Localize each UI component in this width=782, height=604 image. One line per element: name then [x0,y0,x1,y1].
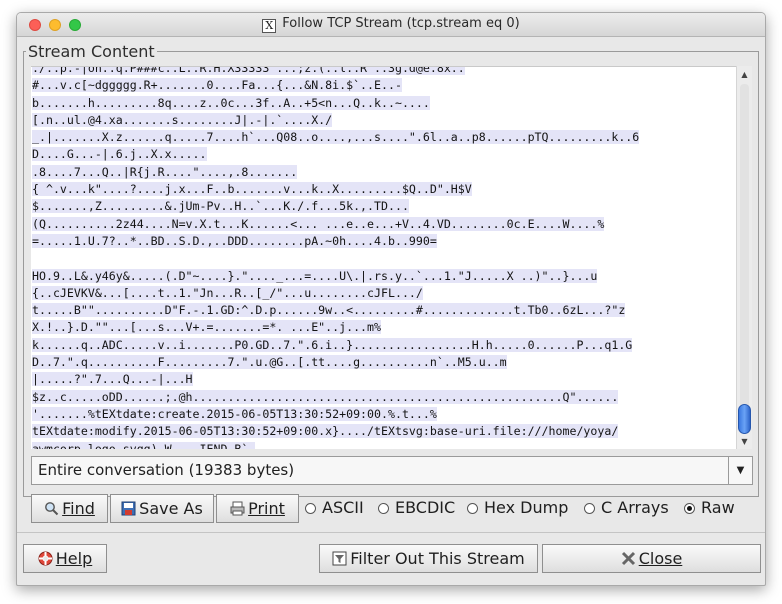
stream-line-text: '.......%tEXtdate:create.2015-06-05T13:3… [32,406,437,421]
stream-line: HO.9..L&.y46y&.....(.D"~....}."...._...=… [31,268,736,285]
follow-tcp-stream-window: X Follow TCP Stream (tcp.stream eq 0) Str… [16,12,766,586]
stream-line: tEXtdate:modify.2015-06-05T13:30:52+09:0… [31,423,736,440]
stream-line-text: b.......h.........8q....z..0c...3f..A..+… [32,95,430,110]
stream-line: awmcorp_logo.svgg).W....IEND.B`. [31,441,736,449]
stream-line-text: X.!..}.D.""...[...s...V+.=.......=*. ...… [32,320,382,335]
radio-ascii-label: ASCII [322,498,364,517]
filter-out-stream-button[interactable]: Filter Out This Stream [319,544,538,573]
stream-line-text: ./..p.-|oh..q.P###c..L..R.H.X33333 ...;z… [32,67,465,75]
stream-line-text: (Q..........2z44....N=v.X.t...K......<..… [32,216,605,231]
stream-line: |.....?".7...Q...-|...H [31,371,736,388]
stream-line-text: #...v.c[~dggggg.R+.......0....Fa...{...&… [32,78,402,93]
stream-line-text: HO.9..L&.y46y&.....(.D"~....}."...._...=… [32,268,598,283]
find-label: Find [62,499,95,518]
stream-line-text: .8....7...Q..|R{j.R...."....,.8....... [32,164,298,179]
stream-line: D....G...-|.6.j..X.x..... [31,146,736,163]
radio-ebcdic[interactable]: EBCDIC [378,497,455,521]
help-label: Help [55,549,93,568]
radio-hex-dump[interactable]: Hex Dump [467,497,568,521]
scroll-track[interactable] [740,84,749,430]
find-button[interactable]: Find [31,494,108,523]
close-label: Close [638,549,683,568]
save-as-button[interactable]: Save As [110,494,214,523]
stream-line: $.......,Z.........&.jUm-Pv..H..`...K./.… [31,198,736,215]
stream-line-text: [.n..ul.@4.xa.......s........J|.-|.`....… [32,112,333,127]
stream-line-text: awmcorp_logo.svgg).W....IEND.B`. [32,441,256,449]
stream-line-text: _.|.......X.z......q.....7....h`...Q08..… [32,130,640,145]
stream-line: { ^.v...k"....?....j.x...F..b.......v...… [31,181,736,198]
stream-line-text: =.....1.U.7?..*..BD..S.D.,..DDD........p… [32,233,437,248]
scroll-down-arrow-icon[interactable]: ▼ [737,435,752,449]
radio-hex-dump-circle[interactable] [467,503,478,514]
stream-line-text: $.......,Z.........&.jUm-Pv..H..`...K./.… [32,199,409,214]
save-disk-icon [121,497,136,516]
x11-app-icon: X [262,19,277,33]
stream-line-text: |.....?".7...Q...-|...H [32,372,193,387]
stream-line: =.....1.U.7?..*..BD..S.D.,..DDD........p… [31,233,736,250]
stream-line: [.n..ul.@4.xa.......s........J|.-|.`....… [31,112,736,129]
filter-out-label: Filter Out This Stream [350,549,525,568]
radio-raw[interactable]: Raw [684,497,735,521]
radio-raw-label: Raw [701,498,735,517]
save-as-label: Save As [139,499,203,518]
stream-line: ./..p.-|oh..q.P###c..L..R.H.X33333 ...;z… [31,67,736,77]
scroll-thumb[interactable] [738,404,751,434]
radio-ascii-circle[interactable] [305,503,316,514]
scroll-up-arrow-icon[interactable]: ▲ [737,68,752,82]
stream-line-text: {..cJEVKV&...[....t..1."Jn...R..[_/"...u… [32,285,423,300]
stream-line-text: { ^.v...k"....?....j.x...F..b.......v...… [32,182,472,197]
stream-line: (Q..........2z44....N=v.X.t...K......<..… [31,216,736,233]
radio-c-arrays-label: C Arrays [601,498,669,517]
stream-line: '.......%tEXtdate:create.2015-06-05T13:3… [31,406,736,423]
conversation-select-value: Entire conversation (19383 bytes) [38,461,295,479]
stream-line: {..cJEVKV&...[....t..1."Jn...R..[_/"...u… [31,285,736,302]
magnifier-icon [44,497,59,516]
stream-line: D..7.".q..........F.........7.".u.@G..[.… [31,354,736,371]
radio-ebcdic-label: EBCDIC [395,498,456,517]
stream-text-area[interactable]: ./..p.-|oh..q.P###c..L..R.H.X33333 ...;z… [31,66,736,449]
stream-line-text: $z..c.....oDD......;.@h.................… [32,389,619,404]
radio-raw-circle[interactable] [684,503,695,514]
stream-line [31,250,736,267]
stream-line: k......q..ADC.....v..i.......P0.GD..7.".… [31,337,736,354]
stream-line: t.....B""..........D"F.-.1.GD:^.D.p.....… [31,302,736,319]
stream-line-text: D..7.".q..........F.........7.".u.@G..[.… [32,355,507,370]
help-button[interactable]: Help [23,544,107,573]
lifebuoy-help-icon [38,547,53,566]
radio-ascii[interactable]: ASCII [305,497,364,521]
radio-c-arrays-circle[interactable] [584,503,595,514]
stream-line-text: D....G...-|.6.j..X.x..... [32,147,207,162]
footer-separator [17,532,765,533]
conversation-select[interactable]: Entire conversation (19383 bytes) ▼ [31,456,753,485]
stream-line-text: k......q..ADC.....v..i.......P0.GD..7.".… [32,337,633,352]
stream-line-text: t.....B""..........D"F.-.1.GD:^.D.p.....… [32,303,626,318]
close-x-icon [621,547,636,566]
stream-line: #...v.c[~dggggg.R+.......0....Fa...{...&… [31,77,736,94]
window-title: Follow TCP Stream (tcp.stream eq 0) [282,16,520,31]
printer-icon [230,497,245,516]
title-bar: X Follow TCP Stream (tcp.stream eq 0) [17,13,765,37]
stream-line: X.!..}.D.""...[...s...V+.=.......=*. ...… [31,319,736,336]
filter-icon [332,547,347,566]
vertical-scrollbar[interactable]: ▲ ▼ [736,66,752,449]
close-button[interactable]: Close [542,544,761,573]
window-title-wrap: X Follow TCP Stream (tcp.stream eq 0) [17,16,765,33]
radio-c-arrays[interactable]: C Arrays [584,497,669,521]
stream-line-text: tEXtdate:modify.2015-06-05T13:30:52+09:0… [32,424,619,439]
stream-content-label: Stream Content [26,42,157,61]
stream-line: $z..c.....oDD......;.@h.................… [31,389,736,406]
print-button[interactable]: Print [216,494,299,523]
stream-line: .8....7...Q..|R{j.R...."....,.8....... [31,164,736,181]
print-label: Print [248,499,285,518]
radio-hex-dump-label: Hex Dump [484,498,569,517]
dropdown-arrow-icon[interactable]: ▼ [728,457,752,484]
radio-ebcdic-circle[interactable] [378,503,389,514]
stream-line: _.|.......X.z......q.....7....h`...Q08..… [31,129,736,146]
stream-line: b.......h.........8q....z..0c...3f..A..+… [31,95,736,112]
